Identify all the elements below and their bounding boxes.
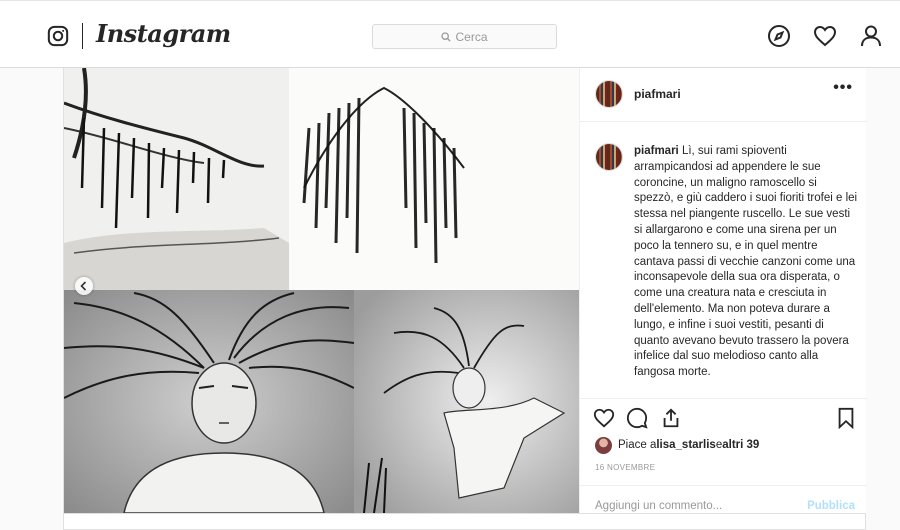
caption-username[interactable]: piafmari (634, 145, 679, 157)
search-icon (441, 31, 452, 42)
top-navigation: Instagram Cerca (0, 0, 900, 68)
caption-scroll-area[interactable]: piafmari Lì, sui rami spioventi arrampic… (580, 123, 867, 399)
post-actions (580, 398, 867, 438)
bookmark-icon[interactable] (835, 407, 857, 429)
heart-icon[interactable] (813, 24, 837, 48)
carousel-prev-button[interactable] (75, 277, 93, 295)
author-username[interactable]: piafmari (634, 87, 681, 101)
comment-icon[interactable] (626, 407, 648, 429)
caption-text: Lì, sui rami spioventi arrampicandosi ad… (634, 145, 858, 379)
search-placeholder: Cerca (455, 29, 488, 44)
post-date[interactable]: 16 NOVEMBRE (595, 463, 655, 472)
instagram-wordmark[interactable]: Instagram (96, 19, 231, 48)
likes-prefix: Piace a (618, 439, 657, 451)
avatar[interactable] (595, 80, 623, 108)
post-image[interactable] (64, 68, 579, 513)
publish-button[interactable]: Pubblica (807, 500, 855, 512)
post-header: piafmari ••• (580, 68, 867, 122)
likes-summary: Piace a lisa_starlis e altri 39 (595, 436, 759, 454)
compass-icon[interactable] (767, 24, 791, 48)
logo-divider (82, 23, 83, 49)
instagram-logo-icon[interactable] (47, 25, 69, 47)
share-icon[interactable] (660, 407, 682, 429)
comment-form: Aggiungi un commento... Pubblica (580, 485, 867, 513)
profile-icon[interactable] (859, 24, 883, 48)
next-post-edge (63, 514, 866, 530)
post-caption: piafmari Lì, sui rami spioventi arrampic… (634, 144, 858, 381)
drawing-artwork (64, 68, 579, 513)
chevron-left-icon (80, 281, 87, 291)
likes-user-link[interactable]: lisa_starlis (656, 439, 715, 451)
search-input[interactable]: Cerca (372, 24, 557, 49)
post-sidebar: piafmari ••• piafmari Lì, sui rami spiov… (579, 68, 867, 513)
comment-input[interactable]: Aggiungi un commento... (595, 500, 722, 512)
likes-others-link[interactable]: altri 39 (722, 439, 759, 451)
liker-avatar[interactable] (595, 436, 612, 454)
like-heart-icon[interactable] (593, 407, 615, 429)
caption-avatar[interactable] (595, 143, 623, 171)
more-options-button[interactable]: ••• (833, 79, 853, 97)
post-card: piafmari ••• piafmari Lì, sui rami spiov… (63, 68, 867, 514)
